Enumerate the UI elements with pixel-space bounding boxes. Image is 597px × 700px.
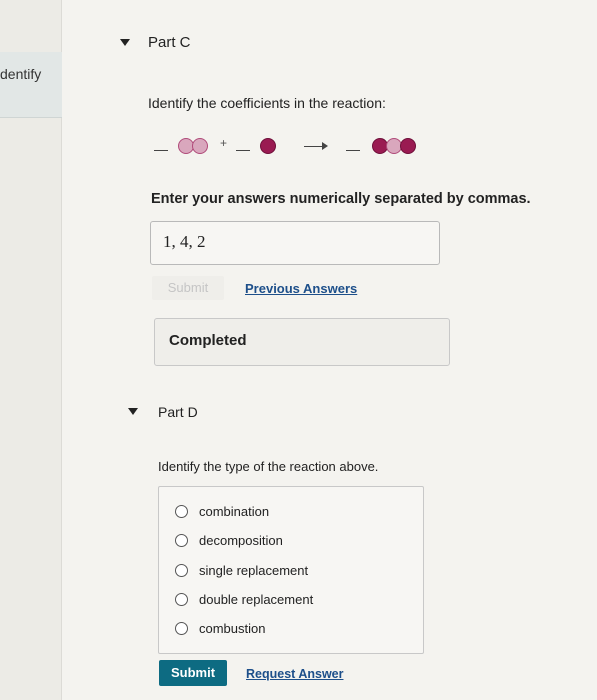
completed-status: Completed [154, 318, 450, 366]
option-label: combination [199, 503, 270, 519]
request-answer-link[interactable]: Request Answer [246, 667, 343, 681]
radio-button-icon[interactable] [175, 563, 188, 577]
collapse-caret-icon[interactable] [120, 39, 130, 46]
part-c-submit-button[interactable]: Submit [152, 276, 224, 300]
option-label: double replacement [199, 591, 314, 607]
reaction-diagram: + [150, 136, 450, 158]
dark-atom-icon [400, 138, 416, 154]
coefficient-blank [236, 150, 250, 151]
option-combustion[interactable]: combustion [175, 618, 265, 638]
sidebar-tab-label: dentify [0, 66, 42, 82]
previous-answers-link[interactable]: Previous Answers [245, 281, 357, 296]
option-label: single replacement [199, 562, 309, 578]
part-d-submit-button[interactable]: Submit [159, 660, 227, 686]
option-combination[interactable]: combination [175, 501, 269, 521]
radio-button-icon[interactable] [175, 533, 188, 547]
part-c-prompt: Identify the coefficients in the reactio… [148, 95, 386, 111]
answer-options: combination decomposition single replace… [158, 486, 424, 654]
coefficient-blank [154, 150, 168, 151]
collapse-caret-icon[interactable] [128, 408, 138, 415]
coefficient-blank [346, 150, 360, 151]
completed-label: Completed [169, 332, 247, 349]
light-atom-icon [192, 138, 208, 154]
option-double-replacement[interactable]: double replacement [175, 589, 313, 609]
answer-instruction: Enter your answers numerically separated… [151, 191, 531, 207]
option-single-replacement[interactable]: single replacement [175, 560, 308, 580]
option-label: combustion [199, 620, 266, 636]
answer-input[interactable]: 1, 4, 2 [150, 221, 440, 265]
sidebar-tab[interactable]: dentify [0, 52, 62, 118]
part-d-title[interactable]: Part D [158, 404, 198, 420]
option-decomposition[interactable]: decomposition [175, 530, 283, 550]
radio-button-icon[interactable] [175, 592, 188, 606]
answer-value: 1, 4, 2 [163, 232, 206, 251]
part-c-title[interactable]: Part C [148, 34, 191, 51]
dark-atom-icon [260, 138, 276, 154]
option-label: decomposition [199, 532, 283, 548]
plus-sign: + [220, 136, 228, 150]
part-d-prompt: Identify the type of the reaction above. [158, 459, 379, 474]
radio-button-icon[interactable] [175, 504, 188, 518]
radio-button-icon[interactable] [175, 621, 188, 635]
reaction-arrow-icon [304, 142, 328, 150]
